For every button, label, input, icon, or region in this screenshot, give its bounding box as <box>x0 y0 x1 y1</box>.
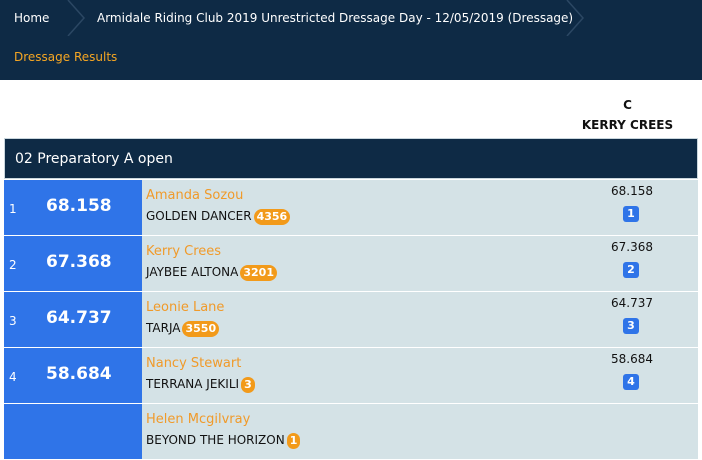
horse-badge: 3201 <box>240 265 277 281</box>
chevron-right-icon <box>64 0 88 36</box>
rider-name-link[interactable]: Nancy Stewart <box>146 356 241 371</box>
placing: 2 <box>9 258 17 272</box>
placing: 3 <box>9 314 17 328</box>
final-score: 68.158 <box>46 196 112 216</box>
table-row: 4 58.684 Nancy Stewart TERRANA JEKILI 3 58.68… <box>4 348 698 404</box>
final-score: 58.684 <box>46 364 112 384</box>
horse-badge: 3 <box>241 377 255 393</box>
horse-name: TERRANA JEKILI 3 <box>146 377 255 393</box>
horse-badge: 1 <box>286 433 301 449</box>
judge-place-badge: 3 <box>623 318 639 334</box>
horse-name: JAYBEE ALTONA 3201 <box>146 265 277 281</box>
rider-name-link[interactable]: Leonie Lane <box>146 300 224 315</box>
horse-badge: 3550 <box>182 321 220 337</box>
judge-place-badge: 1 <box>623 206 639 222</box>
placing: 4 <box>9 370 17 384</box>
horse-name: GOLDEN DANCER 4356 <box>146 209 291 225</box>
table-row: 3 64.737 Leonie Lane TARJA 3550 64.737 3 <box>4 292 698 348</box>
competitor-cell: Amanda Sozou GOLDEN DANCER 4356 68.158 1 <box>142 180 698 235</box>
chevron-right-icon <box>563 0 587 36</box>
judge-position: C <box>623 98 632 112</box>
table-row: 1 68.158 Amanda Sozou GOLDEN DANCER 4356 68.1… <box>4 180 698 236</box>
table-row: Helen Mcgilvray BEYOND THE HORIZON 1 <box>4 404 698 460</box>
rider-name-link[interactable]: Amanda Sozou <box>146 188 243 203</box>
judge-score: 58.684 <box>611 352 653 366</box>
competitor-cell: Nancy Stewart TERRANA JEKILI 3 58.684 4 <box>142 348 698 403</box>
rider-name-link[interactable]: Kerry Crees <box>146 244 221 259</box>
rank-cell: 2 67.368 <box>4 236 142 291</box>
judge-score: 68.158 <box>611 184 653 198</box>
competitor-cell: Leonie Lane TARJA 3550 64.737 3 <box>142 292 698 347</box>
horse-name: BEYOND THE HORIZON 1 <box>146 433 301 449</box>
rank-cell: 3 64.737 <box>4 292 142 347</box>
table-row: 2 67.368 Kerry Crees JAYBEE ALTONA 3201 67.36… <box>4 236 698 292</box>
breadcrumb: Home Armidale Riding Club 2019 Unrestric… <box>0 0 702 36</box>
final-score: 64.737 <box>46 308 112 328</box>
horse-name-text: TERRANA JEKILI <box>146 377 240 391</box>
horse-name-text: TARJA <box>146 321 181 335</box>
rank-cell <box>4 404 142 459</box>
horse-badge: 4356 <box>253 209 291 225</box>
horse-name-text: GOLDEN DANCER <box>146 209 252 223</box>
competitor-cell: Kerry Crees JAYBEE ALTONA 3201 67.368 2 <box>142 236 698 291</box>
breadcrumb-home-link[interactable]: Home <box>14 0 49 36</box>
final-score: 67.368 <box>46 252 112 272</box>
horse-name-text: BEYOND THE HORIZON <box>146 433 285 447</box>
placing: 1 <box>9 202 17 216</box>
judge-place-badge: 4 <box>623 374 639 390</box>
rank-cell: 1 68.158 <box>4 180 142 235</box>
competitor-cell: Helen Mcgilvray BEYOND THE HORIZON 1 <box>142 404 698 459</box>
dressage-results-link[interactable]: Dressage Results <box>14 50 117 64</box>
horse-name-text: JAYBEE ALTONA <box>146 265 239 279</box>
breadcrumb-event-link[interactable]: Armidale Riding Club 2019 Unrestricted D… <box>97 0 573 36</box>
top-navigation-bar: Home Armidale Riding Club 2019 Unrestric… <box>0 0 702 80</box>
rider-name-link[interactable]: Helen Mcgilvray <box>146 412 250 427</box>
judge-name: KERRY CREES <box>581 118 674 132</box>
judge-column-header: C KERRY CREES <box>555 95 700 135</box>
judge-place-badge: 2 <box>623 262 639 278</box>
judge-score: 64.737 <box>611 296 653 310</box>
horse-name: TARJA 3550 <box>146 321 220 337</box>
class-title: 02 Preparatory A open <box>15 151 173 167</box>
class-header: 02 Preparatory A open <box>4 138 698 179</box>
rank-cell: 4 58.684 <box>4 348 142 403</box>
judge-score: 67.368 <box>611 240 653 254</box>
